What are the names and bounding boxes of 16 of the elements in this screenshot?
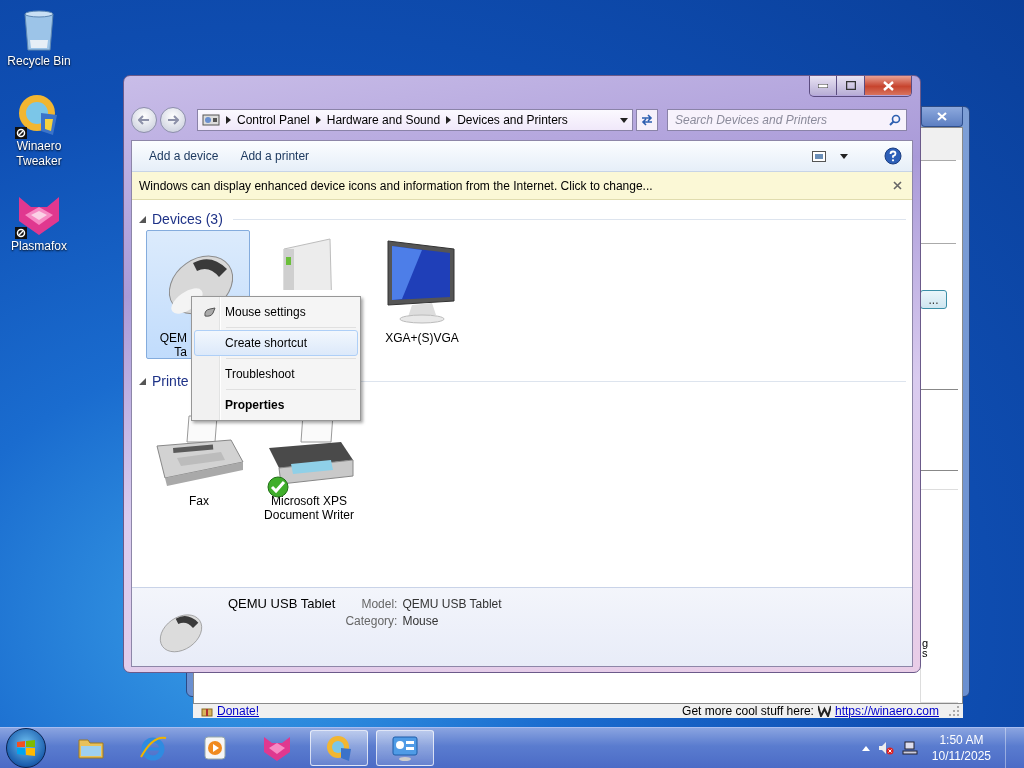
desktop-icon-label: Plasmafox (11, 239, 67, 254)
device-label: Fax (189, 494, 209, 508)
promo-text: Get more cool stuff here: (682, 704, 814, 718)
desktop-icon-label: Winaero Tweaker (16, 139, 62, 169)
device-label: QEM Ta (159, 331, 187, 359)
detail-label: Model: (361, 597, 398, 611)
text-fragment: s (922, 648, 929, 658)
detail-label: Category: (345, 614, 398, 628)
device-name: QEMU USB Tablet (228, 595, 336, 611)
desktop-icon-label: Recycle Bin (7, 54, 71, 69)
text-fragment: g (922, 638, 930, 648)
detail-value: QEMU USB Tablet (402, 597, 502, 611)
detail-value: Mouse (402, 614, 440, 628)
device-label: Microsoft XPS Document Writer (264, 494, 354, 522)
device-label: XGA+(S)VGA (385, 331, 459, 345)
info-bar-text: Windows can display enhanced device icons and information from the Internet. Click to change... (139, 178, 654, 193)
